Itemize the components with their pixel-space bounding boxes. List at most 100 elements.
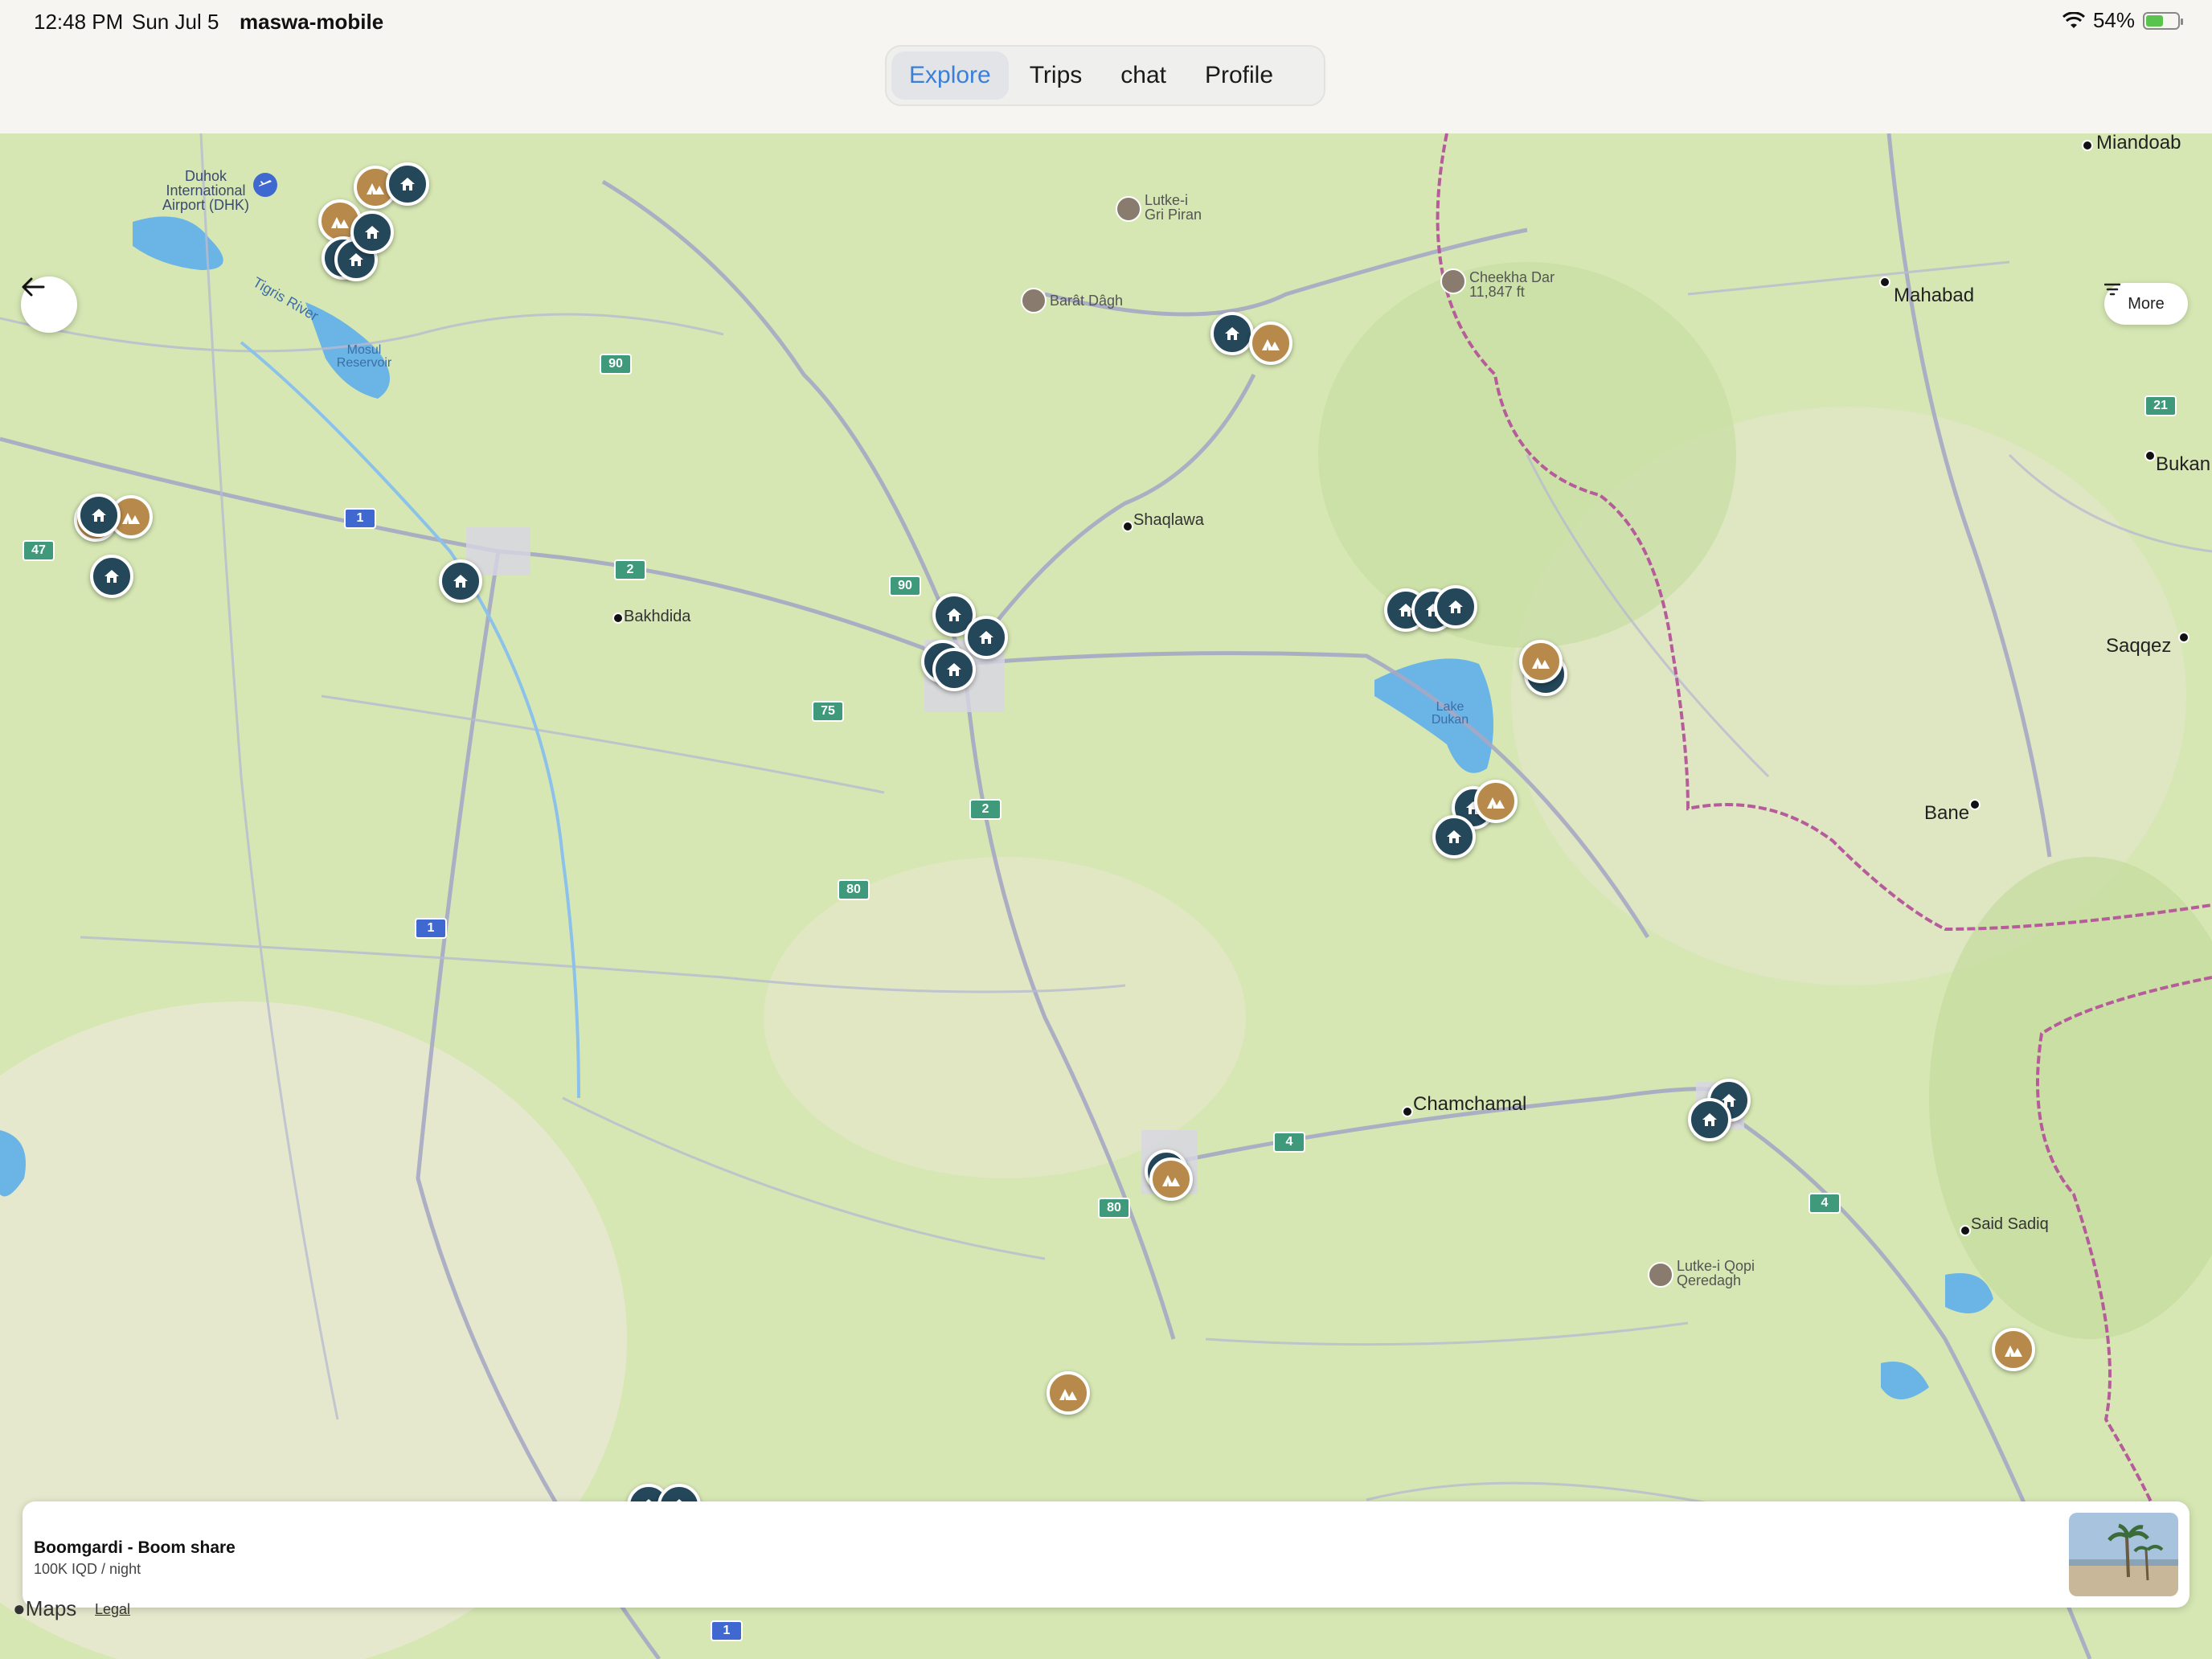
tent-icon: [2005, 1346, 2022, 1357]
more-label: More: [2128, 294, 2165, 313]
road-shield: 80: [1098, 1198, 1130, 1219]
house-icon: [1448, 600, 1463, 613]
house-icon: [400, 178, 415, 190]
house-pin[interactable]: [932, 648, 976, 691]
maps-text: Maps: [25, 1596, 77, 1620]
peak-icon: [1116, 196, 1141, 222]
status-right: 54%: [2062, 8, 2183, 33]
label-barat-dagh: Barât Dâgh: [1050, 293, 1124, 309]
tent-icon: [331, 217, 349, 228]
tent-icon: [1262, 339, 1280, 350]
label-lutke-qopi: Lutke-i Qopi Qeredagh: [1677, 1258, 1755, 1288]
wifi-icon: [2062, 11, 2085, 28]
peak-icon: [1648, 1262, 1673, 1288]
label-bakhdida: Bakhdida: [624, 608, 691, 625]
label-bane: Bane: [1924, 802, 1970, 824]
top-navigation: Explore Trips chat Profile: [0, 45, 2212, 133]
road-shield: 4: [1809, 1193, 1841, 1214]
camp-pin[interactable]: [1249, 322, 1292, 365]
label-duhok-airport: Duhok International Airport (DHK): [162, 168, 249, 213]
city-dot: [1960, 1225, 1971, 1236]
camp-pin[interactable]: [1519, 640, 1563, 683]
listing-thumbnail[interactable]: [2069, 1513, 2178, 1596]
tab-chat[interactable]: chat: [1103, 51, 1184, 100]
house-pin[interactable]: [1688, 1098, 1731, 1141]
road-shield: 90: [889, 576, 921, 596]
road-shield: 21: [2144, 395, 2177, 416]
more-filters-button[interactable]: More: [2104, 283, 2188, 325]
house-pin[interactable]: [1434, 585, 1477, 629]
battery-icon: [2143, 11, 2183, 30]
city-dot: [612, 612, 624, 624]
camp-pin[interactable]: [1992, 1328, 2035, 1371]
road-shield: 4: [1273, 1132, 1305, 1153]
house-icon: [1447, 830, 1461, 843]
road-shield: 80: [838, 879, 870, 900]
road-shield: 1: [344, 508, 376, 529]
house-pin[interactable]: [386, 162, 429, 206]
tent-icon: [122, 513, 140, 524]
label-saqqez: Saqqez: [2106, 635, 2172, 657]
house-icon: [92, 509, 106, 522]
label-shaqlawa: Shaqlawa: [1133, 511, 1204, 529]
house-icon: [1225, 327, 1239, 340]
label-miandoab: Miandoab: [2096, 133, 2181, 154]
apple-logo-icon: ●: [13, 1596, 26, 1620]
road-shield: 90: [600, 354, 632, 375]
road-shield: 2: [614, 559, 646, 580]
road-shield: 75: [812, 701, 844, 722]
maps-attribution: ●Maps: [13, 1596, 76, 1621]
house-pin[interactable]: [1432, 815, 1476, 858]
status-date: Sun Jul 5: [132, 10, 219, 34]
label-mahabad: Mahabad: [1894, 285, 1975, 306]
house-icon: [979, 631, 993, 644]
house-icon: [453, 575, 468, 588]
house-icon: [1702, 1113, 1717, 1126]
road-shield: 1: [415, 918, 447, 939]
tab-explore[interactable]: Explore: [891, 51, 1009, 100]
label-bukan: Bukan: [2156, 453, 2211, 475]
house-pin[interactable]: [77, 494, 121, 537]
city-dot: [1879, 276, 1890, 288]
filter-icon: [2104, 283, 2120, 296]
airport-icon: [253, 173, 277, 197]
tab-trips[interactable]: Trips: [1012, 51, 1100, 100]
map-view[interactable]: Duhok International Airport (DHK) Tigris…: [0, 133, 2212, 1659]
house-icon: [349, 253, 363, 266]
house-pin[interactable]: [965, 616, 1008, 659]
camp-pin[interactable]: [1474, 780, 1518, 823]
legal-link[interactable]: Legal: [95, 1601, 130, 1618]
city-dot: [2144, 450, 2156, 461]
tent-icon: [367, 183, 384, 195]
tab-switcher: Explore Trips chat Profile: [885, 45, 1325, 106]
battery-percent: 54%: [2092, 8, 2135, 32]
city-dot: [1402, 1106, 1413, 1117]
road-shield: 1: [711, 1620, 743, 1641]
camp-pin[interactable]: [1149, 1157, 1193, 1201]
label-lake-dukan: Lake Dukan: [1431, 700, 1469, 727]
tent-icon: [1487, 797, 1505, 809]
house-icon: [947, 663, 961, 676]
city-dot: [2082, 140, 2093, 151]
tab-profile[interactable]: Profile: [1187, 51, 1291, 100]
listing-card[interactable]: Boomgardi - Boom share 100K IQD / night: [23, 1501, 2189, 1608]
listing-photo: [2069, 1513, 2178, 1596]
label-chamchamal: Chamchamal: [1413, 1093, 1527, 1115]
label-cheekha-dar: Cheekha Dar 11,847 ft: [1469, 269, 1555, 300]
peak-icon: [1021, 288, 1047, 313]
city-dot: [2178, 632, 2189, 643]
camp-pin[interactable]: [1047, 1371, 1090, 1415]
status-app-name: maswa-mobile: [240, 10, 384, 34]
back-button[interactable]: [21, 276, 77, 333]
label-said-sadiq: Said Sadiq: [1971, 1215, 2049, 1233]
tent-icon: [1162, 1175, 1180, 1186]
house-icon: [104, 570, 119, 583]
peak-icon: [1440, 268, 1466, 294]
arrow-left-icon: [22, 277, 45, 297]
house-pin[interactable]: [1210, 312, 1254, 355]
house-pin[interactable]: [90, 555, 133, 598]
house-pin[interactable]: [350, 211, 394, 254]
house-pin[interactable]: [439, 559, 482, 603]
house-icon: [365, 226, 379, 239]
road-shield: 2: [969, 799, 1002, 820]
